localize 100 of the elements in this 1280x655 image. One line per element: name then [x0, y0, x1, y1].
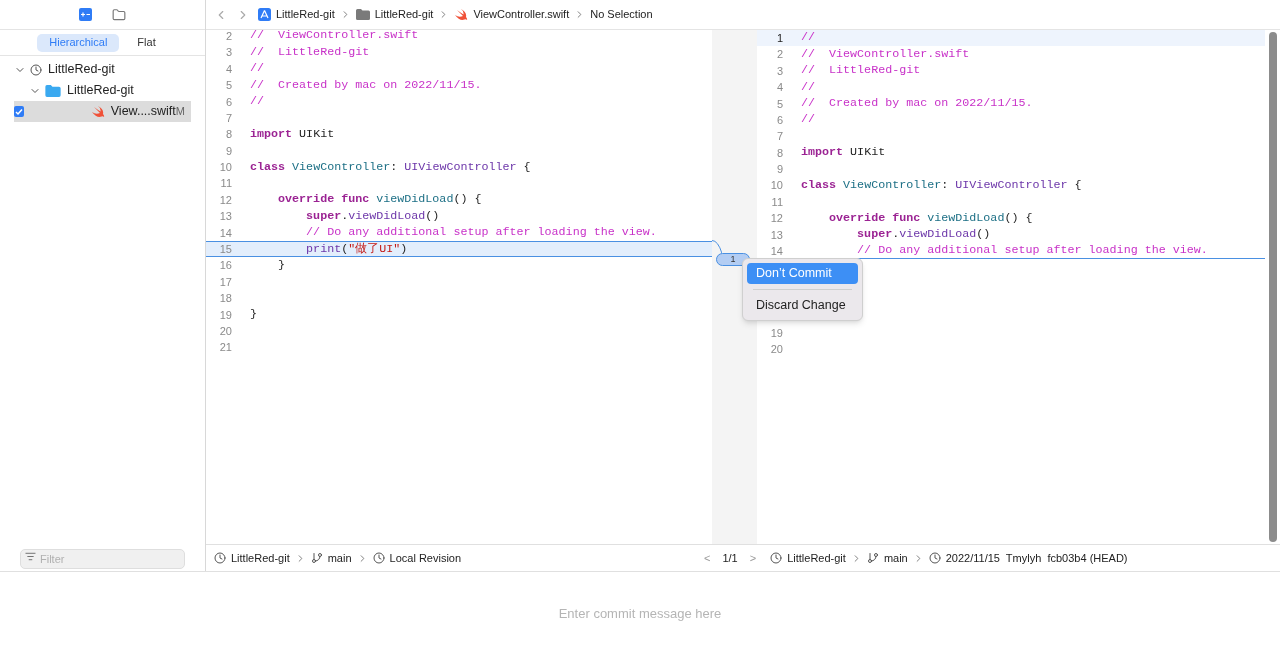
line-number: 21 [218, 340, 233, 356]
folder-icon [45, 84, 61, 97]
code-line: // [800, 78, 816, 96]
filter-field[interactable]: Filter [20, 548, 185, 569]
tree-item-label: View....swift [110, 103, 176, 121]
code-line: class ViewController: UIViewController { [800, 176, 1082, 194]
branch-icon [310, 552, 323, 564]
line-number: 9 [775, 162, 784, 178]
code-line: print("做了UI") [305, 240, 408, 258]
line-number: 10 [218, 160, 233, 176]
line-number: 20 [218, 324, 233, 339]
tree-item[interactable]: LittleRed-git [14, 80, 191, 101]
status-label: M [175, 104, 185, 120]
line-number: 6 [224, 94, 233, 110]
code-line: // [800, 111, 816, 129]
scrollbar[interactable] [1268, 32, 1277, 542]
code-line: // Created by mac on 2022/11/15. [800, 95, 1033, 112]
change-badge[interactable]: 1 [716, 253, 750, 266]
code-line: override func viewDidLoad() { [277, 191, 482, 209]
app-icon [258, 8, 271, 21]
path-item[interactable]: LittleRed-git [787, 549, 846, 567]
code-line: // [249, 93, 265, 110]
code-line: // Do any additional setup after loading the view. [305, 224, 657, 242]
code-line: // LittleRed-git [249, 43, 370, 61]
source-control-icon[interactable] [79, 8, 92, 21]
path-item[interactable]: LittleRed-git [231, 549, 290, 567]
line-number: 5 [224, 78, 233, 94]
line-number: 6 [775, 112, 784, 128]
clock-icon [928, 552, 941, 564]
line-number: 19 [218, 307, 233, 323]
line-number: 15 [218, 242, 233, 258]
tree-item-label: LittleRed-git [67, 82, 135, 100]
line-number: 7 [224, 110, 233, 126]
line-number: 7 [775, 129, 784, 145]
path-item[interactable]: main [327, 549, 352, 567]
clock-icon [372, 552, 385, 564]
menu-item[interactable]: Discard Change [747, 295, 858, 316]
code-line: } [277, 256, 286, 274]
code-line: } [249, 306, 257, 324]
line-number: 8 [224, 127, 233, 143]
line-number: 1 [775, 30, 784, 46]
line-number: 14 [769, 243, 784, 259]
code-line: class ViewController: UIViewController { [249, 158, 531, 176]
line-number: 2 [224, 28, 233, 44]
code-line: // Do any additional setup after loading the view. [856, 242, 1208, 259]
line-number: 8 [775, 145, 784, 161]
change-counter: 1/1 [722, 550, 738, 566]
line-number: 3 [775, 63, 784, 79]
commit-message-field[interactable]: Enter commit message here [14, 603, 1266, 624]
line-number: 4 [224, 61, 233, 77]
line-number: 12 [218, 192, 233, 208]
line-number: 5 [775, 96, 784, 112]
line-number: 11 [219, 176, 233, 192]
line-number: 2 [775, 47, 784, 63]
code-line: import UIKit [800, 144, 886, 162]
code-line: import UIKit [249, 125, 335, 143]
path-item[interactable]: 2022/11/15 Tmylyh fcb03b4 (HEAD) [945, 549, 1128, 567]
code-line: // Created by mac on 2022/11/15. [249, 76, 482, 94]
line-number: 17 [218, 274, 233, 290]
tree-item-label: LittleRed-git [48, 61, 116, 79]
code-line: // [800, 29, 816, 47]
branch-icon [866, 552, 879, 564]
view-mode-tab[interactable]: Flat [125, 33, 168, 52]
code-line: // [249, 60, 265, 78]
code-line: super.viewDidLoad() [305, 207, 440, 225]
line-number: 16 [218, 258, 233, 274]
folder-icon [355, 9, 370, 20]
tree-item[interactable]: View....swiftM [14, 101, 191, 122]
code-line: // LittleRed-git [800, 62, 921, 80]
line-number: 3 [224, 45, 233, 61]
clock-icon [214, 552, 226, 564]
path-item[interactable]: Local Revision [389, 549, 462, 567]
line-number: 13 [218, 209, 233, 225]
line-number: 19 [769, 326, 784, 341]
folder-icon[interactable] [112, 7, 126, 22]
code-line: // ViewController.swift [249, 27, 419, 45]
checkbox[interactable] [14, 106, 24, 117]
line-number: 10 [769, 178, 784, 194]
clock-icon [770, 552, 783, 564]
line-number: 18 [218, 291, 233, 307]
line-number: 14 [218, 225, 233, 241]
code-line: // ViewController.swift [800, 45, 970, 63]
line-number: 12 [769, 211, 784, 227]
tree-item[interactable]: LittleRed-git [14, 59, 191, 80]
clock-icon [30, 63, 42, 76]
path-item[interactable]: No Selection [590, 6, 653, 23]
line-number: 13 [769, 227, 784, 243]
line-number: 4 [775, 80, 784, 96]
swift-icon [90, 105, 105, 118]
filter-icon [25, 550, 36, 562]
path-item[interactable]: LittleRed-git [276, 6, 335, 23]
path-item[interactable]: main [883, 549, 908, 567]
line-number: 9 [224, 143, 233, 159]
line-number: 20 [769, 342, 784, 358]
line-number: 11 [770, 194, 784, 210]
swift-icon [454, 8, 469, 21]
code-line: super.viewDidLoad() [856, 226, 991, 244]
code-line: override func viewDidLoad() { [828, 209, 1033, 227]
path-item[interactable]: ViewController.swift [473, 6, 570, 23]
path-item[interactable]: LittleRed-git [374, 6, 434, 23]
